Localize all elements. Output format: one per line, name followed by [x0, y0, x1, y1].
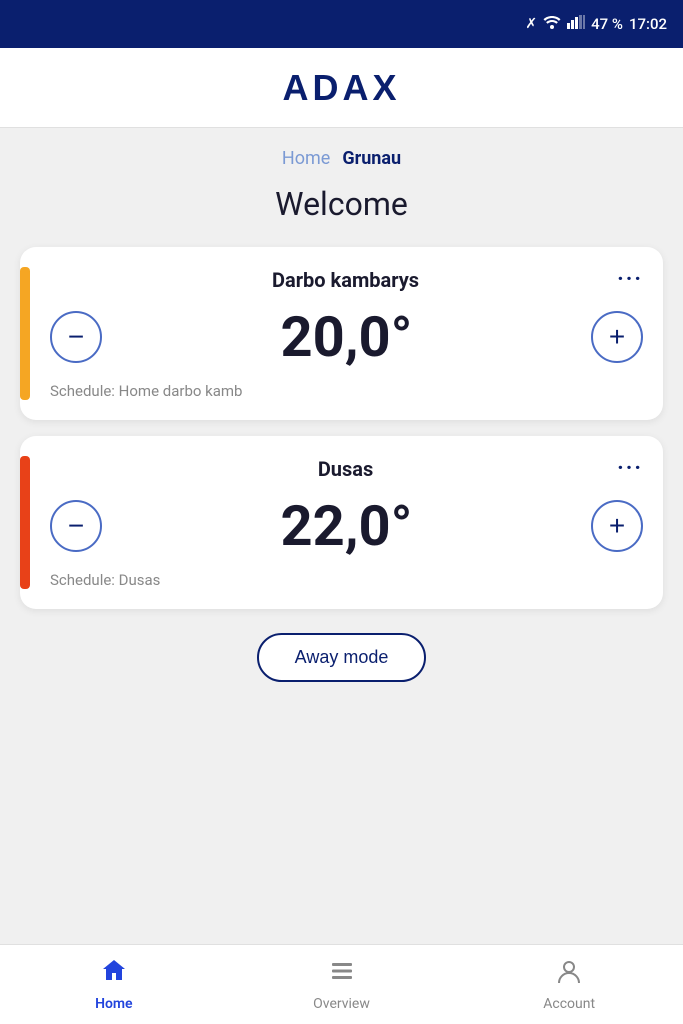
- temperature-dusas: 22,0°: [281, 493, 413, 559]
- nav-label-overview: Overview: [313, 996, 370, 1012]
- status-bar: ✗ 47 % 17:02: [0, 0, 683, 48]
- nav-label-account: Account: [543, 996, 595, 1012]
- home-icon: [100, 957, 128, 992]
- card-body-dusas: Dusas ··· − 22,0° + Schedule: Dusas: [50, 456, 643, 589]
- temperature-darbo: 20,0°: [281, 304, 413, 370]
- breadcrumb: Home Grunau: [20, 148, 663, 169]
- minus-icon-dusas: −: [68, 510, 84, 542]
- time-text: 17:02: [629, 15, 667, 33]
- card-header-darbo: Darbo kambarys ···: [50, 267, 643, 292]
- decrease-button-darbo[interactable]: −: [50, 311, 102, 363]
- status-icons: ✗ 47 % 17:02: [525, 15, 667, 33]
- increase-button-dusas[interactable]: +: [591, 500, 643, 552]
- temp-row-darbo: − 20,0° +: [50, 304, 643, 370]
- bluetooth-icon: ✗: [525, 16, 537, 32]
- overview-icon: [328, 957, 356, 992]
- more-button-dusas[interactable]: ···: [617, 456, 643, 481]
- temp-row-dusas: − 22,0° +: [50, 493, 643, 559]
- card-header-dusas: Dusas ···: [50, 456, 643, 481]
- room-name-dusas: Dusas: [74, 457, 617, 481]
- schedule-darbo: Schedule: Home darbo kamb: [50, 382, 643, 400]
- wifi-icon: [543, 15, 561, 33]
- decrease-button-dusas[interactable]: −: [50, 500, 102, 552]
- bottom-nav: Home Overview Account: [0, 944, 683, 1024]
- nav-item-overview[interactable]: Overview: [228, 957, 456, 1012]
- schedule-dusas: Schedule: Dusas: [50, 571, 643, 589]
- more-button-darbo[interactable]: ···: [617, 267, 643, 292]
- app-logo: ADAX: [282, 67, 400, 109]
- welcome-title: Welcome: [20, 185, 663, 223]
- nav-item-home[interactable]: Home: [0, 957, 228, 1012]
- app-header: ADAX: [0, 48, 683, 128]
- breadcrumb-home[interactable]: Home: [282, 148, 330, 169]
- account-icon: [555, 957, 583, 992]
- plus-icon-dusas: +: [609, 510, 625, 542]
- nav-item-account[interactable]: Account: [455, 957, 683, 1012]
- increase-button-darbo[interactable]: +: [591, 311, 643, 363]
- card-body-darbo: Darbo kambarys ··· − 20,0° + Schedule: H…: [50, 267, 643, 400]
- card-indicator-dusas: [20, 456, 30, 589]
- signal-icon: [567, 15, 585, 33]
- room-card-dusas: Dusas ··· − 22,0° + Schedule: Dusas: [20, 436, 663, 609]
- plus-icon-darbo: +: [609, 321, 625, 353]
- card-indicator-darbo: [20, 267, 30, 400]
- away-mode-container: Away mode: [20, 633, 663, 682]
- away-mode-button[interactable]: Away mode: [257, 633, 427, 682]
- room-name-darbo: Darbo kambarys: [74, 268, 617, 292]
- nav-label-home: Home: [95, 996, 133, 1012]
- breadcrumb-current[interactable]: Grunau: [342, 148, 401, 169]
- minus-icon-darbo: −: [68, 321, 84, 353]
- main-content: Home Grunau Welcome Darbo kambarys ··· −…: [0, 128, 683, 944]
- battery-text: 47 %: [591, 15, 623, 33]
- room-card-darbo: Darbo kambarys ··· − 20,0° + Schedule: H…: [20, 247, 663, 420]
